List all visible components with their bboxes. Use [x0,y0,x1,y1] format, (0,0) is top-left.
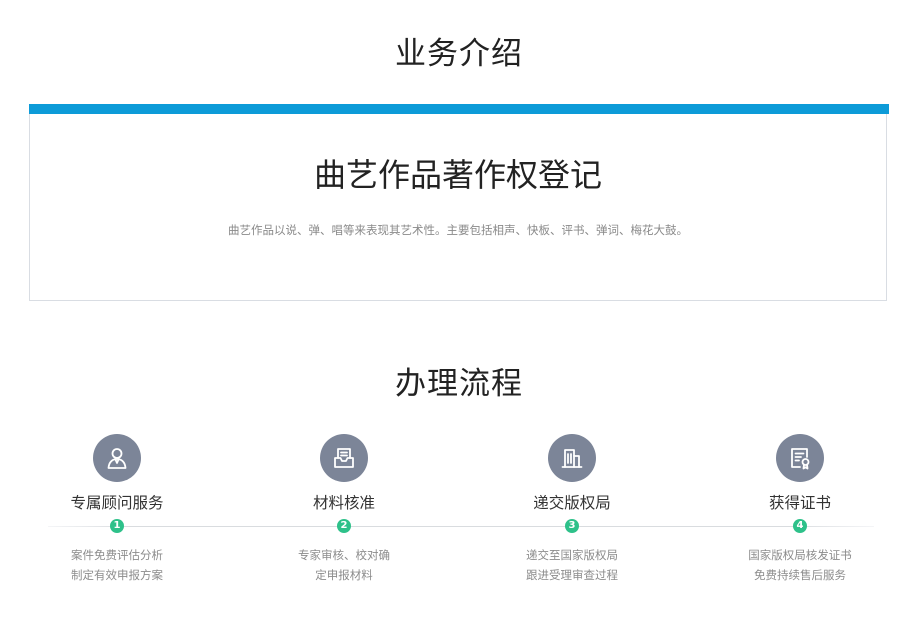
step-title: 材料核准 [312,494,375,512]
building-icon [548,434,596,482]
intro-card-title: 曲艺作品著作权登记 [313,156,602,194]
intro-accent-bar [29,104,889,114]
intro-card-description: 曲艺作品以说、弹、唱等来表现其艺术性。主要包括相声、快板、评书、弹词、梅花大鼓。 [228,223,688,237]
page: 业务介绍 曲艺作品著作权登记 曲艺作品以说、弹、唱等来表现其艺术性。主要包括相声… [0,0,918,617]
step-description: 国家版权局核发证书 免费持续售后服务 [700,545,900,585]
step-desc-line: 定申报材料 [315,568,373,582]
step-title: 递交版权局 [533,494,611,512]
process-steps: 专属顾问服务 1 案件免费评估分析 制定有效申报方案 材料核准 2 专家审核、校… [0,430,918,600]
step-title: 获得证书 [768,494,831,512]
step-desc-line: 免费持续售后服务 [754,568,846,582]
step-description: 专家审核、校对确 定申报材料 [244,545,444,585]
step-desc-line: 案件免费评估分析 [71,548,163,562]
step-number-badge: 2 [337,519,351,533]
step-number-badge: 4 [793,519,807,533]
certificate-icon [776,434,824,482]
step-desc-line: 制定有效申报方案 [71,568,163,582]
step-title: 专属顾问服务 [70,494,164,512]
step-description: 递交至国家版权局 跟进受理审查过程 [472,545,672,585]
document-tray-icon [320,434,368,482]
intro-card: 曲艺作品著作权登记 曲艺作品以说、弹、唱等来表现其艺术性。主要包括相声、快板、评… [29,104,889,301]
step-number-badge: 1 [110,519,124,533]
step-desc-line: 递交至国家版权局 [526,548,618,562]
section-title-intro: 业务介绍 [395,36,523,72]
timeline-line [48,526,874,527]
consultant-icon [93,434,141,482]
step-number-badge: 3 [565,519,579,533]
step-desc-line: 国家版权局核发证书 [748,548,852,562]
step-desc-line: 跟进受理审查过程 [526,568,618,582]
step-description: 案件免费评估分析 制定有效申报方案 [17,545,217,585]
step-desc-line: 专家审核、校对确 [298,548,390,562]
section-title-process: 办理流程 [395,366,523,402]
